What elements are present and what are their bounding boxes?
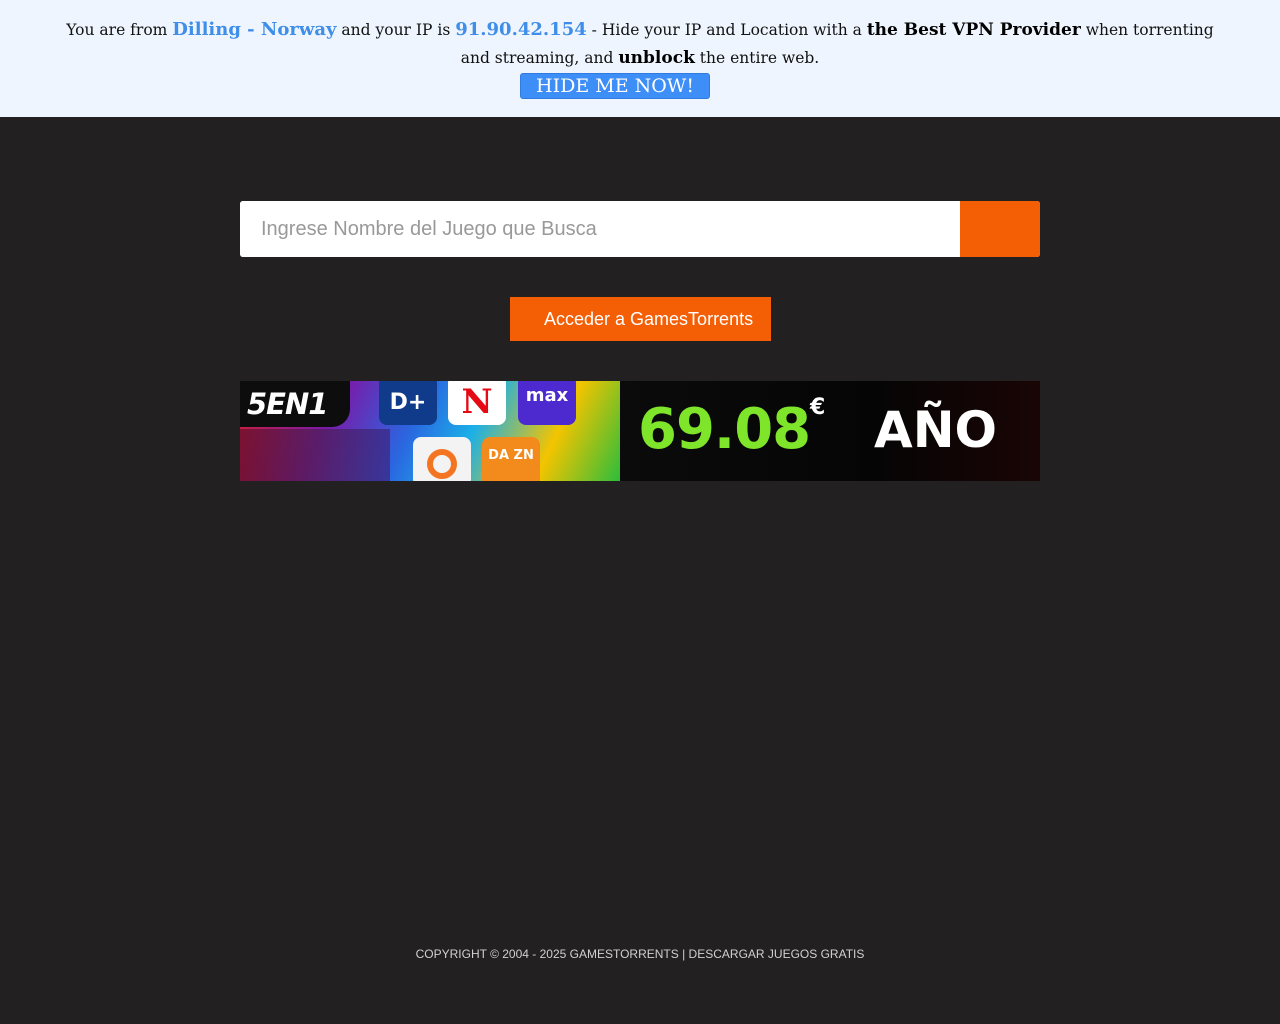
dazn-icon: DA ZN [482, 437, 540, 481]
max-icon: max [518, 381, 576, 425]
disney-plus-icon: D+ [379, 381, 437, 425]
search-input[interactable] [240, 201, 960, 257]
streaming-ad-banner[interactable]: 5EN1 D+ N max DA ZN 69.08 € AÑO [240, 381, 1040, 481]
ad-collage-overlay [240, 429, 390, 481]
footer-copyright: COPYRIGHT © 2004 - 2025 GAMESTORRENTS | … [415, 947, 865, 961]
vpn-provider-text: the Best VPN Provider [866, 20, 1081, 40]
crunchyroll-icon [413, 437, 471, 481]
ad-logo: 5EN1 [240, 381, 350, 427]
vpn-text-3: - Hide your IP and Location with a [586, 21, 867, 39]
search-form [240, 201, 1040, 257]
hide-me-now-button[interactable]: HIDE ME NOW! [520, 73, 710, 99]
ad-currency: € [810, 395, 826, 420]
netflix-icon: N [448, 381, 506, 425]
vpn-banner: You are from Dilling - Norway and your I… [0, 0, 1280, 117]
search-button[interactable] [960, 201, 1040, 257]
ad-period: AÑO [874, 401, 998, 459]
vpn-ip-address: 91.90.42.154 [455, 19, 587, 40]
access-gamestorrents-button[interactable]: Acceder a GamesTorrents [510, 297, 771, 341]
vpn-text-2: and your IP is [336, 21, 456, 39]
vpn-location: Dilling - Norway [172, 19, 337, 40]
vpn-text-5: the entire web. [694, 49, 820, 67]
vpn-message: You are from Dilling - Norway and your I… [60, 16, 1220, 72]
vpn-unblock-text: unblock [618, 48, 695, 68]
vpn-text-1: You are from [66, 21, 173, 39]
ad-price: 69.08 [638, 397, 811, 462]
